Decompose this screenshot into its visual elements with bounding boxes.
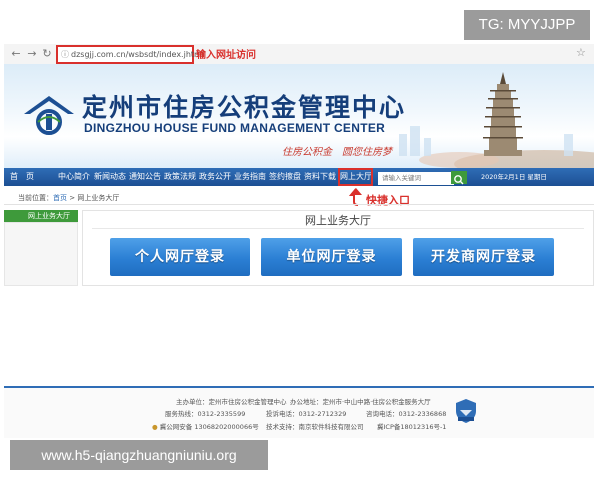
footer-icp[interactable]: 冀ICP备18012316号-1 [377,421,446,431]
gov-site-badge-icon[interactable] [455,398,477,424]
address-bar[interactable]: ⓘ dzsgjj.com.cn/wsbsdt/index.jhtml [56,45,204,64]
company-login-button[interactable]: 单位网厅登录 [261,238,402,276]
breadcrumb-divider [4,204,594,205]
breadcrumb-prefix: 当前位置： [18,194,53,202]
reload-icon[interactable]: ↻ [41,47,53,60]
nav-item-downloads[interactable]: 资料下载 [304,170,336,184]
forward-arrow-icon[interactable]: → [26,47,38,60]
footer-address: 办公地址：定州市·中山中路·住房公积金服务大厅 [290,398,431,406]
sidebar-tab-label: 网上业务大厅 [28,212,70,220]
breadcrumb-current: 网上业务大厅 [77,194,120,202]
search-input[interactable] [378,172,454,185]
footer-police-record-text: 冀公网安备 13068202000066号 [159,423,259,431]
site-title-en: DINGZHOU HOUSE FUND MANAGEMENT CENTER [84,121,386,135]
panel-title: 网上业务大厅 [305,214,371,227]
breadcrumb-separator: > [69,194,76,202]
footer-tech-support: 技术支持：南京软件科技有限公司 [266,423,364,431]
breadcrumb: 当前位置：首页 > 网上业务大厅 [18,193,119,203]
site-slogan: 住房公积金 圆您住房梦 [282,147,392,158]
star-icon[interactable]: ☆ [576,46,586,59]
current-date: 2020年2月1日 星期日 [481,173,547,181]
developer-login-button[interactable]: 开发商网厅登录 [413,238,554,276]
nav-item-policies[interactable]: 政策法规 [164,170,196,184]
search-icon [454,175,464,185]
watermark-top: TG: MYYJJPP [464,10,590,40]
footer-service-phone: 服务热线：0312-2335599 [165,410,246,418]
personal-login-button[interactable]: 个人网厅登录 [110,238,250,276]
nav-item-notices[interactable]: 通知公告 [129,170,161,184]
breadcrumb-home[interactable]: 首页 [53,194,67,202]
footer-consult-phone: 咨询电话：0312-2336868 [366,410,447,418]
info-icon: ⓘ [61,50,69,59]
nav-item-gov-affairs[interactable]: 政务公开 [199,170,231,184]
footer-police-record[interactable]: ● 冀公网安备 13068202000066号 [152,421,259,431]
arrow-up-icon [349,188,362,206]
footer-report-phone: 投诉电话：0312-2712329 [266,410,347,418]
panel-divider [92,228,584,229]
search-button[interactable] [451,171,467,185]
nav-item-contract[interactable]: 签约擦盘 [269,170,301,184]
online-hall-highlight-box [338,168,373,186]
nav-item-home[interactable]: 首 页 [10,170,34,184]
sidebar-tab-online-hall[interactable]: 网上业务大厅 ▶ [4,210,78,232]
site-title-cn: 定州市住房公积金管理中心 [82,93,407,122]
back-arrow-icon[interactable]: ← [10,47,22,60]
address-bar-url: dzsgjj.com.cn/wsbsdt/index.jhtml [71,50,205,59]
nav-item-guide[interactable]: 业务指南 [234,170,266,184]
watermark-bottom: www.h5-qiangzhuangniuniu.org [10,440,268,470]
footer-host: 主办单位：定州市住房公积金管理中心 [176,398,287,406]
police-emblem-icon: ● [152,423,158,431]
sidebar-panel [4,222,78,286]
url-annotation: 输入网址访问 [196,50,256,61]
nav-item-news[interactable]: 新闻动态 [94,170,126,184]
nav-item-about[interactable]: 中心简介 [58,170,90,184]
quick-entry-annotation: 快捷入口 [366,194,410,207]
hpf-logo-icon [24,96,74,135]
